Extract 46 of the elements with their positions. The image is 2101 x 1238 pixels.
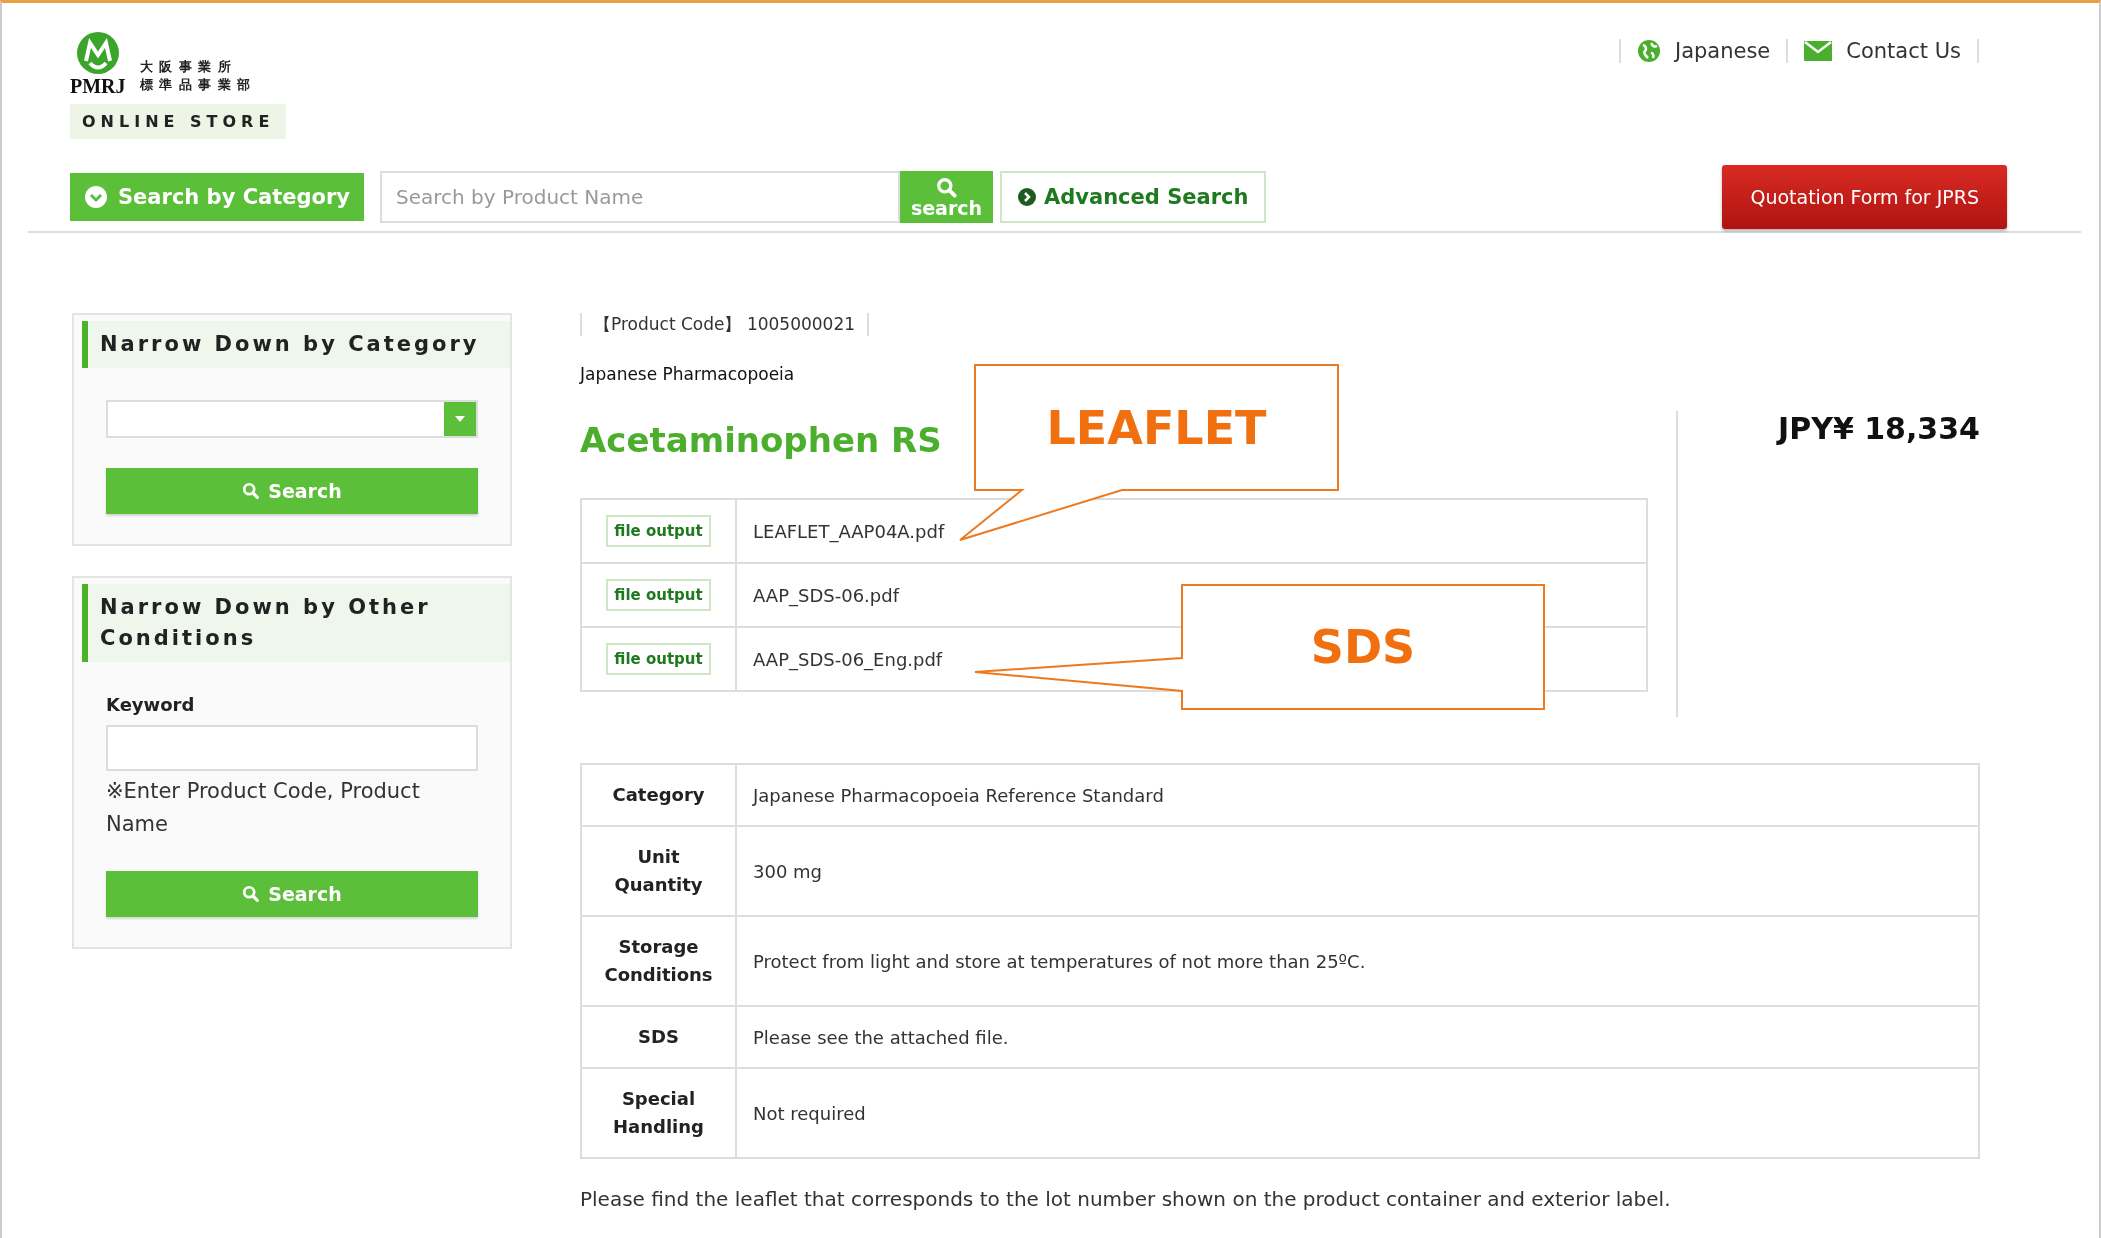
keyword-hint: ※Enter Product Code, Product Name — [106, 778, 421, 838]
link-label: Contact Us — [1846, 39, 1961, 63]
search-icon — [935, 176, 958, 199]
logo-subtitle: 大 阪 事 業 所 — [139, 58, 233, 76]
spec-value: 300 mg — [736, 826, 1979, 916]
link-label: Japanese — [1674, 39, 1771, 63]
spec-label: Unit Quantity — [581, 826, 736, 916]
price: JPY¥ 18,334 — [1778, 411, 1980, 448]
header-link[interactable]: Japanese — [1618, 39, 1787, 63]
product-code: 【Product Code】 1005000021 — [580, 313, 870, 336]
advanced-search-button[interactable]: Advanced Search — [1000, 171, 1267, 223]
panel-title: Narrow Down by Category — [82, 321, 510, 368]
search-icon — [242, 482, 261, 500]
spec-value: Please see the attached file. — [736, 1006, 1979, 1068]
spec-label: Category — [581, 764, 736, 826]
file-output-button[interactable]: file output — [606, 643, 711, 675]
category-select[interactable] — [106, 400, 478, 438]
file-output-button[interactable]: file output — [606, 579, 711, 611]
spec-label: Storage Conditions — [581, 916, 736, 1006]
spec-value: Not required — [736, 1068, 1979, 1158]
spec-label: Special Handling — [581, 1068, 736, 1158]
header-link[interactable]: Contact Us — [1786, 39, 1979, 63]
file-output-button[interactable]: file output — [606, 515, 711, 547]
logo-subtitle: 標 準 品 事 業 部 — [139, 76, 252, 94]
logo-icon — [75, 31, 120, 75]
keyword-field[interactable] — [106, 725, 478, 771]
product-name: Acetaminophen RS — [580, 420, 942, 460]
leaflet-note: Please find the leaflet that corresponds to the lot number shown on the product container and exterior label. — [580, 1187, 1672, 1211]
spec-label: SDS — [581, 1006, 736, 1068]
search-icon — [242, 885, 261, 903]
chevron-icon — [1018, 188, 1036, 206]
keyword-label: Keyword — [106, 694, 196, 715]
quotation-button[interactable]: Quotation Form for JPRS — [1722, 165, 2007, 229]
globe-icon — [1636, 39, 1661, 63]
logo-wordmark: PMRJ — [70, 75, 126, 98]
product-series: Japanese Pharmacopoeia — [580, 364, 796, 384]
file-name: LEAFLET_AAP04A.pdf — [736, 499, 1647, 563]
callout-label: LEAFLET — [1046, 400, 1267, 455]
search-field[interactable]: Search by Product Name — [380, 171, 900, 223]
spec-value: Japanese Pharmacopoeia Reference Standard — [736, 764, 1979, 826]
chevron-icon — [84, 185, 108, 209]
caret-icon — [454, 415, 466, 423]
mail-icon — [1804, 41, 1833, 61]
spec-value: Protect from light and store at temperatures of not more than 25ºC. — [736, 916, 1979, 1006]
store-label: ONLINE STORE — [70, 104, 287, 139]
panel-title: Narrow Down by Other Conditions — [82, 584, 510, 662]
